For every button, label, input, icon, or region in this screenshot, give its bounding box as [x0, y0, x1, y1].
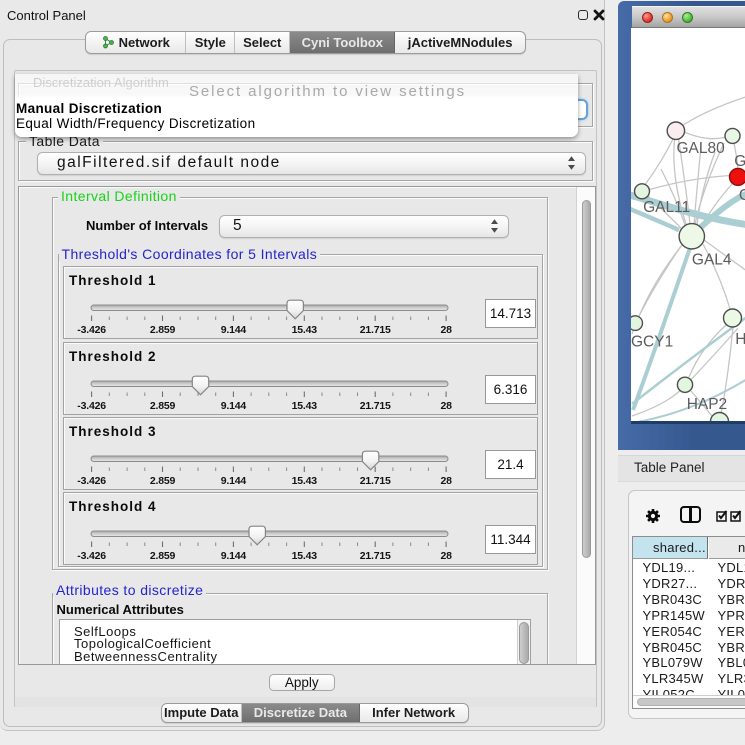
svg-text:GAL4: GAL4	[691, 251, 731, 268]
svg-text:C: C	[738, 187, 745, 204]
svg-text:GAL11: GAL11	[643, 199, 690, 216]
svg-text:HAP2: HAP2	[686, 396, 727, 413]
svg-text:HT: HT	[735, 331, 745, 348]
svg-text:GAL80: GAL80	[676, 140, 725, 157]
svg-text:GA: GA	[734, 152, 745, 169]
svg-text:GCY1: GCY1	[631, 333, 673, 350]
